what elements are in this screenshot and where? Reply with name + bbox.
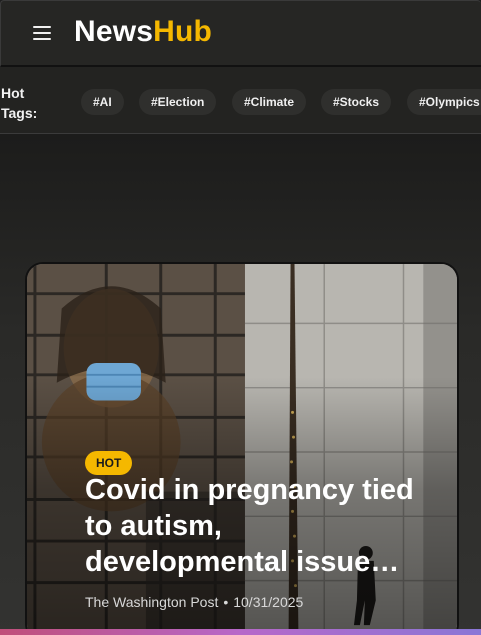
tag-climate[interactable]: #Climate (232, 89, 307, 115)
tag-ai[interactable]: #AI (81, 89, 124, 115)
tag-olympics[interactable]: #Olympics (407, 89, 481, 115)
article-source: The Washington Post (85, 594, 219, 610)
tag-election[interactable]: #Election (139, 89, 217, 115)
featured-article-card[interactable]: HOT Covid in pregnancy tied to autism, d… (25, 262, 459, 635)
article-date: 10/31/2025 (233, 594, 304, 610)
meta-separator: • (223, 594, 229, 610)
logo-text-news: News (74, 15, 154, 48)
app-header: NewsHub (0, 0, 481, 67)
hamburger-menu-icon[interactable] (33, 26, 51, 40)
article-title[interactable]: Covid in pregnancy tied to autism, devel… (85, 472, 430, 580)
bottom-accent-strip (0, 629, 481, 635)
hot-tags-bar: Hot Tags: #AI #Election #Climate #Stocks… (0, 67, 481, 134)
news-app: NewsHub Hot Tags: #AI #Election #Climate… (0, 0, 481, 635)
tag-stocks[interactable]: #Stocks (321, 89, 392, 115)
site-logo[interactable]: NewsHub (74, 15, 212, 49)
hot-tags-label: Hot Tags: (1, 85, 38, 121)
article-meta: The Washington Post • 10/31/2025 (85, 594, 303, 610)
logo-text-hub: Hub (153, 15, 213, 48)
